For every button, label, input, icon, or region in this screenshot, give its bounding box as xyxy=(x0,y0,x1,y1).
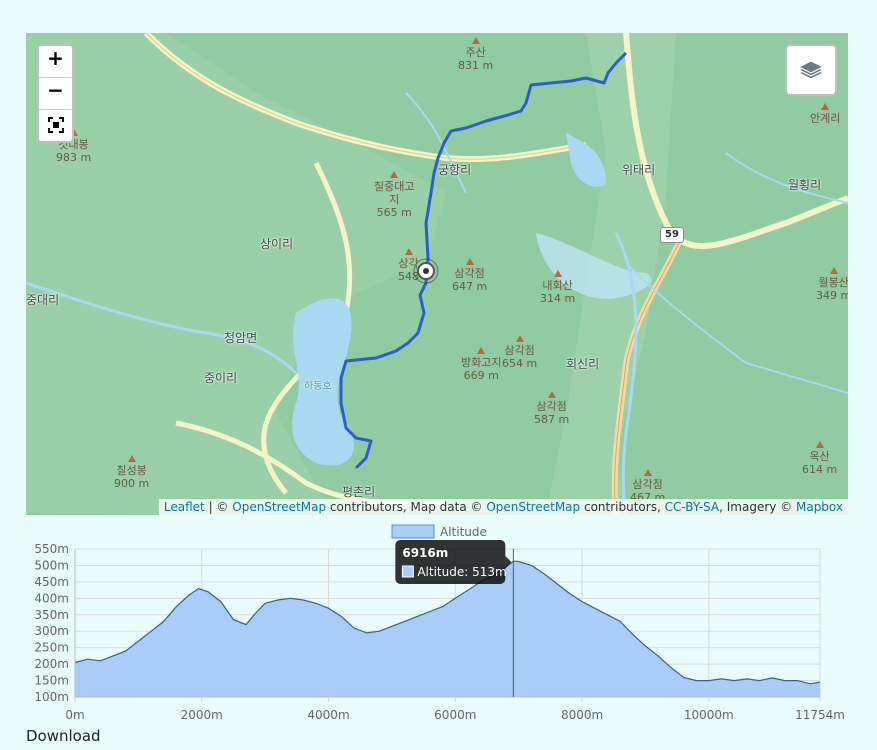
y-tick-label: 350m xyxy=(34,608,69,622)
license-link[interactable]: CC-BY-SA xyxy=(665,500,720,514)
place-label: 청암면 xyxy=(224,331,258,345)
y-tick-label: 500m xyxy=(34,558,69,572)
y-tick-label: 200m xyxy=(34,657,69,671)
download-link[interactable]: Download xyxy=(26,727,101,745)
y-tick-label: 100m xyxy=(34,690,69,704)
peak-label: 내회산 314 m xyxy=(540,270,575,305)
osm-link[interactable]: OpenStreetMap xyxy=(232,500,326,514)
attribution-text: | © xyxy=(204,500,233,514)
place-label: 회신리 xyxy=(566,357,600,371)
y-tick-label: 150m xyxy=(34,674,69,688)
peak-label: 삼각점 587 m xyxy=(534,391,569,426)
tooltip-label: Altitude: 513m xyxy=(417,565,506,579)
layers-button[interactable] xyxy=(785,44,837,96)
map-attribution: Leaflet | © OpenStreetMap contributors, … xyxy=(158,499,848,515)
y-tick-label: 550m xyxy=(34,542,69,556)
y-tick-label: 450m xyxy=(34,575,69,589)
attribution-text: contributors, Map data © xyxy=(326,500,487,514)
x-tick-label: 11754m xyxy=(795,708,845,722)
attribution-text: contributors, xyxy=(580,500,665,514)
y-tick-label: 400m xyxy=(34,591,69,605)
tooltip-swatch xyxy=(401,565,414,578)
mapbox-link[interactable]: Mapbox xyxy=(796,500,843,514)
x-tick-label: 8000m xyxy=(561,708,603,722)
place-label: 월횡리 xyxy=(788,178,822,192)
y-tick-label: 300m xyxy=(34,624,69,638)
peak-label: 방화고지 669 m xyxy=(461,347,501,382)
peak-label: 안계리 xyxy=(810,103,840,125)
zoom-control: + − xyxy=(37,44,74,143)
fullscreen-icon xyxy=(47,117,64,133)
layers-icon xyxy=(797,60,825,80)
fullscreen-button[interactable] xyxy=(39,110,72,141)
peak-label: 칠성봉 900 m xyxy=(114,455,149,490)
place-label: 중이리 xyxy=(204,371,238,385)
peak-label: 삼각 548 xyxy=(398,248,419,283)
peak-label: 주산 831 m xyxy=(458,37,493,72)
peak-label: 삼각점 647 m xyxy=(452,258,487,293)
place-label: 위태리 xyxy=(622,163,656,177)
peak-label: 월봉산 349 m xyxy=(816,267,848,302)
elevation-chart[interactable]: 550m 500m 450m 400m 350m 300m 250m 200m 150m 100m… xyxy=(0,520,877,725)
y-tick-label: 250m xyxy=(34,641,69,655)
place-label: 상이리 xyxy=(260,237,294,251)
lake-label: 하동호 xyxy=(304,381,332,392)
peak-label: 칠중대고 지 565 m xyxy=(374,171,414,219)
osm-link[interactable]: OpenStreetMap xyxy=(486,500,580,514)
attribution-text: , Imagery © xyxy=(719,500,796,514)
x-tick-label: 2000m xyxy=(181,708,223,722)
legend-label: Altitude xyxy=(440,525,487,539)
leaflet-link[interactable]: Leaflet xyxy=(164,500,205,514)
map-tiles xyxy=(26,33,848,515)
peak-label: 옥산 614 m xyxy=(802,441,837,476)
zoom-in-button[interactable]: + xyxy=(39,46,72,78)
place-label: 평촌리 xyxy=(342,485,376,499)
tooltip-title: 6916m xyxy=(402,546,448,560)
x-tick-label: 0m xyxy=(65,708,84,722)
x-tick-label: 10000m xyxy=(684,708,734,722)
road-shield: 59 xyxy=(660,227,684,243)
peak-label: 삼각점 654 m xyxy=(502,335,537,370)
map[interactable]: 주산 831 m 갓대봉 983 m 칠중대고 지 565 m 삼각 548 삼각점 64… xyxy=(26,33,848,515)
place-label: 궁항리 xyxy=(438,163,472,177)
x-tick-label: 4000m xyxy=(307,708,349,722)
legend-swatch xyxy=(391,524,435,539)
x-tick-label: 6000m xyxy=(434,708,476,722)
place-label: 중대리 xyxy=(26,293,60,307)
zoom-out-button[interactable]: − xyxy=(39,78,72,110)
